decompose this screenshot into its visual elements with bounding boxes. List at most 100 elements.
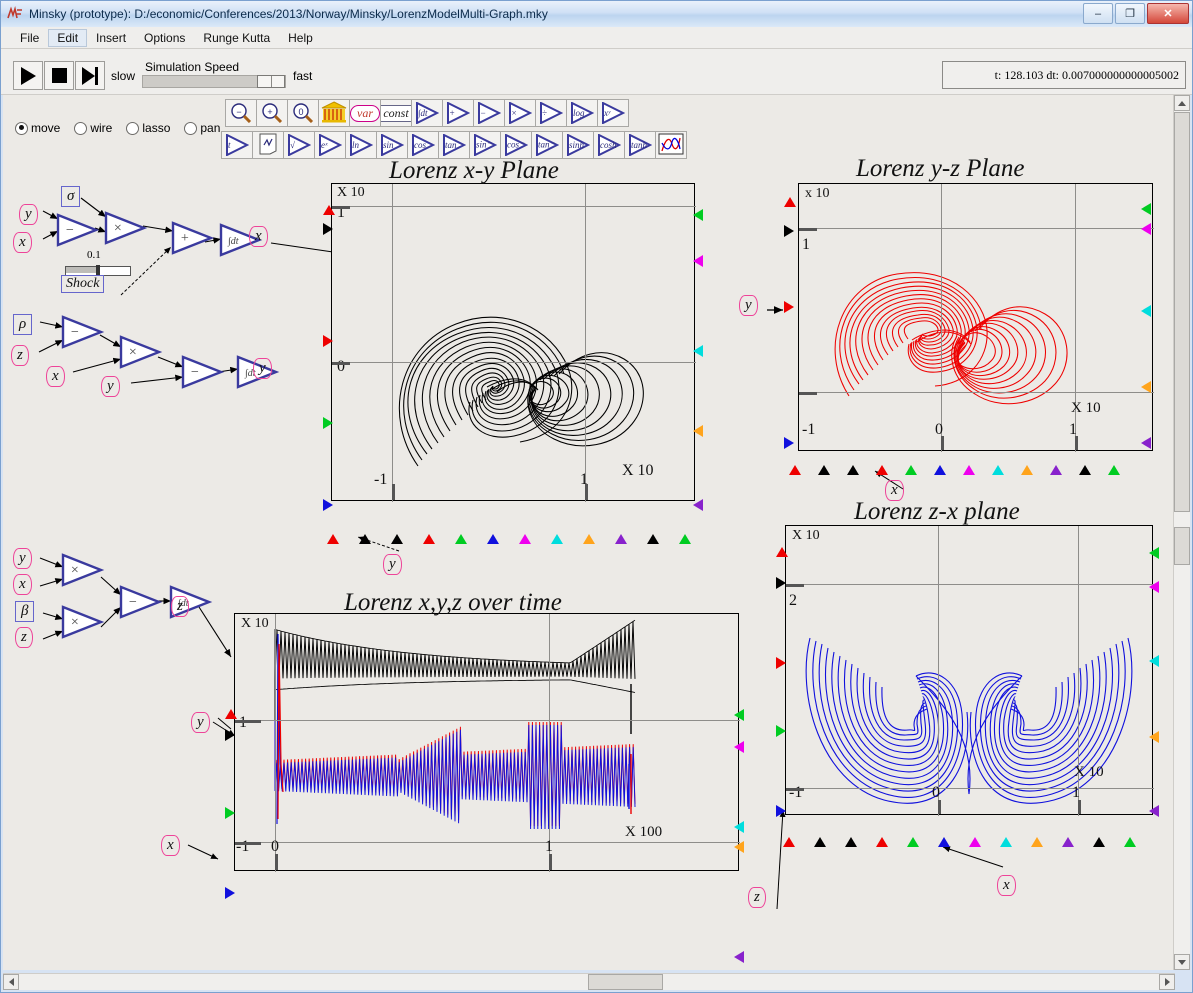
mode-radio-lasso[interactable]: lasso	[126, 121, 180, 135]
port-marker-zx-left-4[interactable]	[776, 805, 786, 817]
plot-widget-icon[interactable]	[655, 131, 687, 159]
variable-icon[interactable]: var	[349, 99, 381, 127]
port-marker-xy-right-3[interactable]	[693, 425, 703, 437]
port-marker-time-right-3[interactable]	[734, 841, 744, 853]
port-marker-zx-bottom-5[interactable]	[938, 837, 950, 847]
zoom-in-icon[interactable]: +	[256, 99, 288, 127]
port-marker-yz-left-2[interactable]	[784, 301, 794, 313]
port-marker-xy-bottom-5[interactable]	[487, 534, 499, 544]
variable-box-ρ[interactable]: ρ	[13, 314, 32, 335]
chart-lorenz-zx[interactable]: X 10 2 -1 0 1 X 10	[785, 525, 1153, 815]
port-marker-zx-bottom-6[interactable]	[969, 837, 981, 847]
port-marker-time-right-2[interactable]	[734, 821, 744, 833]
port-marker-yz-right-4[interactable]	[1141, 437, 1151, 449]
port-marker-time-right-1[interactable]	[734, 741, 744, 753]
port-marker-zx-left-2[interactable]	[776, 657, 786, 669]
divide-icon[interactable]: ÷	[535, 99, 567, 127]
port-marker-yz-bottom-0[interactable]	[789, 465, 801, 475]
model-canvas[interactable]: movewirelassopan −+0varconst∫dt+−×÷logxʸ…	[3, 95, 1175, 970]
port-marker-xy-bottom-4[interactable]	[455, 534, 467, 544]
log-icon[interactable]: log	[566, 99, 598, 127]
port-marker-xy-left-2[interactable]	[323, 335, 333, 347]
port-marker-yz-right-1[interactable]	[1141, 223, 1151, 235]
port-marker-yz-left-0[interactable]	[784, 197, 796, 207]
port-marker-yz-left-1[interactable]	[784, 225, 794, 237]
port-marker-zx-bottom-2[interactable]	[845, 837, 857, 847]
port-marker-xy-bottom-2[interactable]	[391, 534, 403, 544]
variable-box-x[interactable]: x	[46, 366, 65, 387]
port-marker-xy-left-3[interactable]	[323, 417, 333, 429]
variable-box-x[interactable]: x	[13, 232, 32, 253]
stop-button[interactable]	[44, 61, 74, 90]
port-marker-yz-bottom-2[interactable]	[847, 465, 859, 475]
port-marker-zx-right-3[interactable]	[1149, 731, 1159, 743]
horizontal-scrollbar[interactable]	[3, 973, 1175, 990]
port-marker-yz-bottom-3[interactable]	[876, 465, 888, 475]
cosh-icon[interactable]: cosh	[593, 131, 625, 159]
port-marker-zx-bottom-10[interactable]	[1093, 837, 1105, 847]
radio-icon[interactable]	[126, 122, 139, 135]
operator-node[interactable]	[173, 223, 211, 253]
horizontal-scroll-thumb[interactable]	[588, 974, 663, 990]
port-marker-yz-right-3[interactable]	[1141, 381, 1151, 393]
variable-box-y[interactable]: y	[13, 548, 32, 569]
port-marker-zx-bottom-8[interactable]	[1031, 837, 1043, 847]
port-marker-xy-bottom-1[interactable]	[359, 534, 371, 544]
ln-icon[interactable]: ln	[345, 131, 377, 159]
step-button[interactable]	[75, 61, 105, 90]
port-marker-xy-left-1[interactable]	[323, 223, 333, 235]
port-marker-xy-bottom-9[interactable]	[615, 534, 627, 544]
sqrt-icon[interactable]: √	[283, 131, 315, 159]
port-marker-zx-right-2[interactable]	[1149, 655, 1159, 667]
acos-icon[interactable]: cos⁻	[500, 131, 532, 159]
slider-thumb[interactable]	[257, 75, 285, 88]
cos-icon[interactable]: cos	[407, 131, 439, 159]
radio-icon[interactable]	[184, 122, 197, 135]
port-marker-xy-bottom-0[interactable]	[327, 534, 339, 544]
menu-item-insert[interactable]: Insert	[87, 29, 135, 47]
tanh-icon[interactable]: tanh	[624, 131, 656, 159]
port-marker-time-right-0[interactable]	[734, 709, 744, 721]
port-marker-zx-left-0[interactable]	[776, 547, 788, 557]
tan-icon[interactable]: tan	[438, 131, 470, 159]
sin-icon[interactable]: sin	[376, 131, 408, 159]
port-marker-zx-bottom-11[interactable]	[1124, 837, 1136, 847]
asin-icon[interactable]: sin⁻	[469, 131, 501, 159]
radio-icon[interactable]	[74, 122, 87, 135]
port-marker-time-left-1[interactable]	[225, 729, 235, 741]
vertical-scroll-thumb[interactable]	[1174, 112, 1190, 512]
port-marker-zx-right-0[interactable]	[1149, 547, 1159, 559]
chart-lorenz-xy[interactable]: X 10 1 0 -1 1 X 10	[331, 183, 695, 501]
port-marker-zx-right-1[interactable]	[1149, 581, 1159, 593]
operator-node[interactable]	[58, 215, 96, 245]
port-marker-zx-bottom-4[interactable]	[907, 837, 919, 847]
operator-node[interactable]	[121, 587, 159, 617]
port-marker-time-left-2[interactable]	[225, 807, 235, 819]
variable-callout-y[interactable]: y	[739, 295, 758, 316]
port-marker-zx-bottom-9[interactable]	[1062, 837, 1074, 847]
exp-icon[interactable]: eˣ	[314, 131, 346, 159]
variable-box-z[interactable]: z	[171, 596, 189, 617]
operator-node[interactable]	[121, 337, 159, 367]
operator-node[interactable]	[63, 555, 101, 585]
port-marker-yz-bottom-5[interactable]	[934, 465, 946, 475]
godley-table-icon[interactable]	[318, 99, 350, 127]
port-marker-yz-bottom-10[interactable]	[1079, 465, 1091, 475]
scroll-up-button[interactable]	[1174, 95, 1190, 111]
time-icon[interactable]: t	[221, 131, 253, 159]
menu-item-file[interactable]: File	[11, 29, 48, 47]
variable-box-σ[interactable]: σ	[61, 186, 80, 207]
atan-icon[interactable]: tan⁻	[531, 131, 563, 159]
variable-box-y[interactable]: y	[101, 376, 120, 397]
variable-callout-y[interactable]: y	[191, 712, 210, 733]
variable-box-y[interactable]: y	[19, 204, 38, 225]
port-marker-yz-bottom-4[interactable]	[905, 465, 917, 475]
close-button[interactable]: ✕	[1147, 3, 1189, 24]
port-marker-yz-right-0[interactable]	[1141, 203, 1151, 215]
menu-item-edit[interactable]: Edit	[48, 29, 87, 47]
port-marker-zx-bottom-7[interactable]	[1000, 837, 1012, 847]
simulation-speed-slider[interactable]	[142, 75, 286, 88]
port-marker-xy-bottom-7[interactable]	[551, 534, 563, 544]
variable-callout-x[interactable]: x	[997, 875, 1016, 896]
power-icon[interactable]: xʸ	[597, 99, 629, 127]
